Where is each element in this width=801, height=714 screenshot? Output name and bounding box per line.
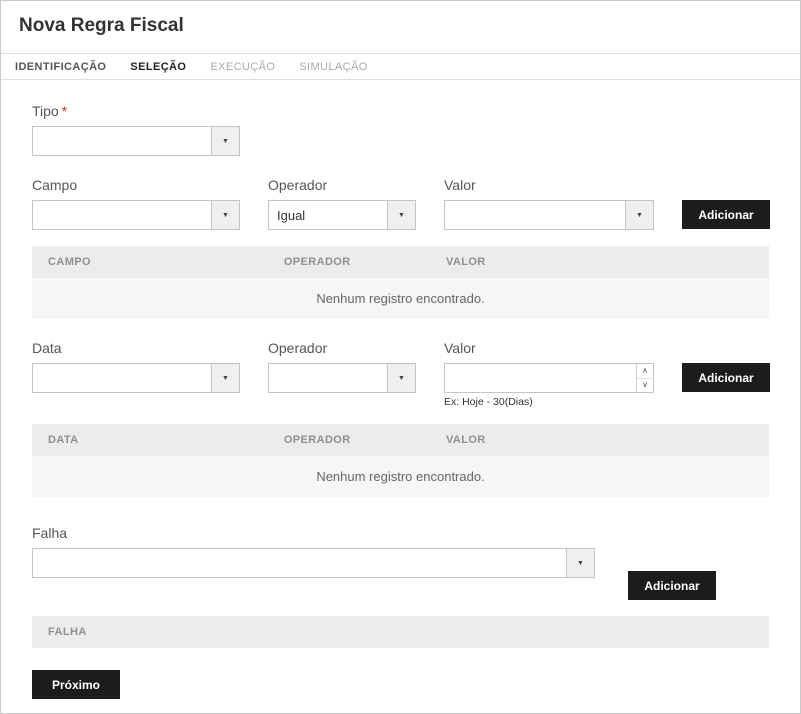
falha-add-button-col: Adicionar — [628, 548, 716, 600]
footer: Próximo — [1, 648, 800, 699]
campo-field: Campo ▼ — [32, 177, 240, 230]
campo-select[interactable]: ▼ — [32, 200, 240, 230]
tabbar: IDENTIFICAÇÃO SELEÇÃO EXECUÇÃO SIMULAÇÃO — [1, 53, 800, 80]
data-operador-select-dropdown-button[interactable]: ▼ — [387, 364, 415, 392]
falha-row: ▼ Adicionar — [32, 548, 769, 600]
data-valor-input[interactable] — [445, 364, 636, 392]
valor-select-input[interactable] — [445, 201, 625, 229]
valor-select[interactable]: ▼ — [444, 200, 654, 230]
campo-table: CAMPO OPERADOR VALOR Nenhum registro enc… — [32, 246, 769, 319]
form-content: Tipo* ▼ Campo ▼ Operador ▼ — [1, 103, 800, 648]
data-table-header-operador: OPERADOR — [268, 424, 430, 456]
campo-adicionar-button[interactable]: Adicionar — [682, 200, 770, 229]
operador-select[interactable]: ▼ — [268, 200, 416, 230]
data-operador-select[interactable]: ▼ — [268, 363, 416, 393]
operador-label: Operador — [268, 177, 416, 193]
operador-select-dropdown-button[interactable]: ▼ — [387, 201, 415, 229]
tipo-section: Tipo* ▼ — [32, 103, 769, 156]
data-select-input[interactable] — [33, 364, 211, 392]
tipo-select-input[interactable] — [33, 127, 211, 155]
valor-label: Valor — [444, 177, 654, 193]
data-valor-field: Valor ∧ ∨ Ex: Hoje - 30(Dias) — [444, 340, 654, 408]
falha-table-header-falha: FALHA — [32, 616, 769, 648]
data-table: DATA OPERADOR VALOR Nenhum registro enco… — [32, 424, 769, 497]
data-operador-label: Operador — [268, 340, 416, 356]
falha-select-dropdown-button[interactable]: ▼ — [566, 549, 594, 577]
data-adicionar-button[interactable]: Adicionar — [682, 363, 770, 392]
falha-select[interactable]: ▼ — [32, 548, 595, 578]
tab-identificacao[interactable]: IDENTIFICAÇÃO — [3, 54, 118, 79]
chevron-down-icon: ▼ — [398, 212, 405, 219]
table-row: Nenhum registro encontrado. — [32, 456, 769, 497]
tab-execucao[interactable]: EXECUÇÃO — [198, 54, 287, 79]
data-row: Data ▼ Operador ▼ Valor ∧ — [32, 340, 769, 408]
page-title: Nova Regra Fiscal — [19, 15, 782, 37]
required-asterisk: * — [62, 103, 67, 119]
campo-table-header-campo: CAMPO — [32, 246, 268, 278]
falha-section: Falha ▼ Adicionar — [32, 525, 769, 600]
tipo-label-text: Tipo — [32, 103, 59, 119]
data-valor-hint: Ex: Hoje - 30(Dias) — [444, 396, 654, 408]
falha-label: Falha — [32, 525, 769, 541]
operador-field: Operador ▼ — [268, 177, 416, 230]
campo-table-header-valor: VALOR — [430, 246, 769, 278]
table-row: Nenhum registro encontrado. — [32, 278, 769, 319]
data-valor-number-input[interactable]: ∧ ∨ — [444, 363, 654, 393]
campo-table-empty-message: Nenhum registro encontrado. — [32, 278, 769, 319]
chevron-down-icon: ▼ — [222, 212, 229, 219]
page-header: Nova Regra Fiscal — [1, 1, 800, 53]
data-operador-select-input[interactable] — [269, 364, 387, 392]
tipo-select-dropdown-button[interactable]: ▼ — [211, 127, 239, 155]
valor-select-dropdown-button[interactable]: ▼ — [625, 201, 653, 229]
data-add-button-col: Adicionar — [682, 340, 770, 392]
valor-field: Valor ▼ — [444, 177, 654, 230]
chevron-down-icon: ▼ — [398, 375, 405, 382]
number-spinner: ∧ ∨ — [636, 364, 653, 392]
spinner-down-icon[interactable]: ∨ — [637, 379, 653, 393]
tab-selecao[interactable]: SELEÇÃO — [118, 54, 198, 79]
chevron-down-icon: ▼ — [577, 560, 584, 567]
tipo-select[interactable]: ▼ — [32, 126, 240, 156]
campo-table-header-operador: OPERADOR — [268, 246, 430, 278]
tipo-label: Tipo* — [32, 103, 769, 119]
data-valor-label: Valor — [444, 340, 654, 356]
data-table-header-data: DATA — [32, 424, 268, 456]
falha-adicionar-button[interactable]: Adicionar — [628, 571, 716, 600]
proximo-button[interactable]: Próximo — [32, 670, 120, 699]
data-field: Data ▼ — [32, 340, 240, 393]
new-fiscal-rule-page: Nova Regra Fiscal IDENTIFICAÇÃO SELEÇÃO … — [0, 0, 801, 714]
data-operador-field: Operador ▼ — [268, 340, 416, 393]
campo-select-dropdown-button[interactable]: ▼ — [211, 201, 239, 229]
data-label: Data — [32, 340, 240, 356]
data-select-dropdown-button[interactable]: ▼ — [211, 364, 239, 392]
data-select[interactable]: ▼ — [32, 363, 240, 393]
data-table-header-valor: VALOR — [430, 424, 769, 456]
spinner-up-icon[interactable]: ∧ — [637, 364, 653, 379]
campo-row: Campo ▼ Operador ▼ Valor ▼ — [32, 177, 769, 230]
data-table-empty-message: Nenhum registro encontrado. — [32, 456, 769, 497]
operador-select-input[interactable] — [269, 201, 387, 229]
tab-simulacao[interactable]: SIMULAÇÃO — [287, 54, 379, 79]
chevron-down-icon: ▼ — [222, 138, 229, 145]
campo-label: Campo — [32, 177, 240, 193]
chevron-down-icon: ▼ — [636, 212, 643, 219]
falha-table: FALHA — [32, 616, 769, 648]
campo-add-button-col: Adicionar — [682, 177, 770, 229]
campo-select-input[interactable] — [33, 201, 211, 229]
falha-select-input[interactable] — [33, 549, 566, 577]
chevron-down-icon: ▼ — [222, 375, 229, 382]
